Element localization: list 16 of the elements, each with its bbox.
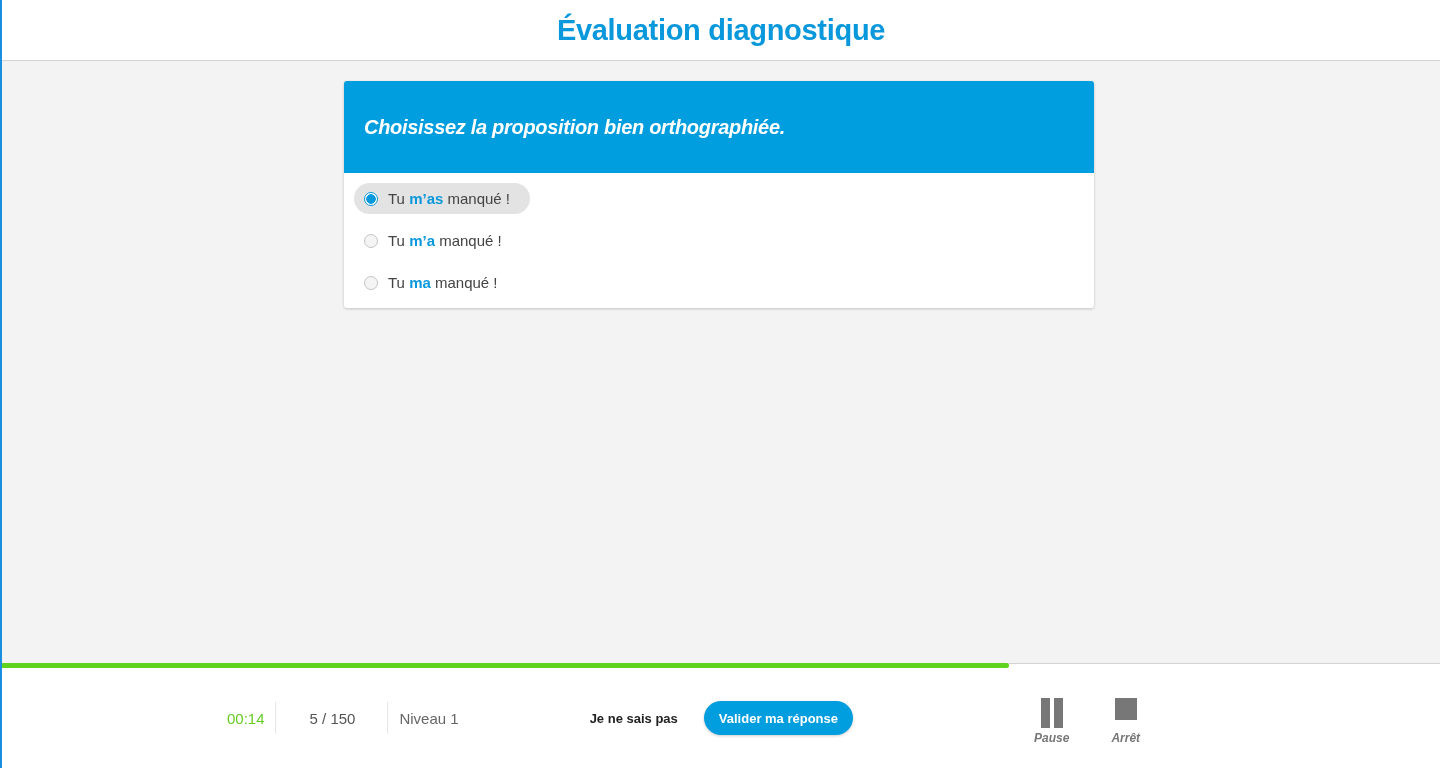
timer-text: 00:14 [227, 709, 265, 727]
answer-option[interactable]: Tu m’as manqué ! [354, 183, 531, 214]
page-title: Évaluation diagnostique [556, 13, 886, 47]
pause-icon [1040, 697, 1063, 728]
radio-button-icon[interactable] [364, 191, 378, 206]
question-prompt: Choisissez la proposition bien orthographiée. [364, 115, 785, 139]
stop-icon [1114, 697, 1137, 720]
level-label: Niveau 1 [399, 709, 459, 727]
pause-button[interactable]: Pause [1034, 697, 1070, 745]
skip-button[interactable]: Je ne sais pas [589, 710, 678, 726]
answer-option[interactable]: Tu m’a manqué ! [354, 225, 522, 256]
answer-option[interactable]: Tu ma manqué ! [354, 267, 518, 298]
question-counter: 5 / 150 [309, 709, 356, 727]
stop-button[interactable]: Arrêt [1111, 697, 1141, 745]
radio-button-icon[interactable] [364, 233, 378, 248]
radio-button-icon[interactable] [364, 275, 378, 290]
